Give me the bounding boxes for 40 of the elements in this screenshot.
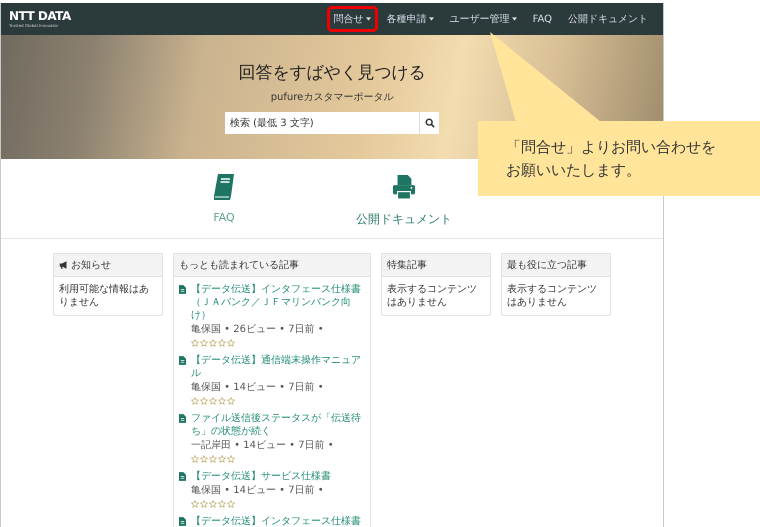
document-icon (179, 356, 186, 365)
card-title: もっとも読まれている記事 (179, 258, 299, 272)
empty-message: 表示するコンテンツはありません (507, 283, 598, 309)
article-meta: 亀保国 • 14ビュー • 7日前 • (191, 484, 324, 497)
search-button[interactable] (419, 112, 439, 134)
nav-menu-item[interactable]: ユーザー管理 (442, 6, 524, 32)
article-link[interactable]: 【データ伝送】通信端末操作マニュアル (191, 354, 365, 380)
card-title: 最も役に立つ記事 (507, 258, 587, 272)
shortcut-link[interactable]: 公開ドキュメント (356, 173, 452, 228)
shortcut-link[interactable]: FAQ (212, 173, 236, 228)
empty-message: 表示するコンテンツはありません (387, 283, 478, 309)
nav-menu-item[interactable]: 問合せ (326, 6, 378, 32)
search-field[interactable]: 検索 (最低 3 文字) (225, 112, 419, 134)
article-meta: 亀保国 • 26ビュー • 7日前 • (191, 323, 324, 336)
article-link[interactable]: 【データ伝送】インタフェース仕様書 (191, 515, 361, 527)
nav-menu-item[interactable]: 各種申請 (380, 6, 441, 32)
callout-text: 「問合せ」よりお問い合わせを お願いいたします。 (506, 136, 716, 180)
megaphone-icon (59, 261, 68, 269)
article-meta: 亀保国 • 14ビュー • 7日前 • (191, 381, 324, 394)
printer-icon (392, 173, 416, 201)
hero-subtitle: pufureカスタマーポータル (270, 91, 394, 104)
card-title: お知らせ (71, 259, 111, 272)
empty-message: 利用可能な情報はありません (59, 283, 150, 309)
article-meta: 一記岸田 • 14ビュー • 7日前 • (191, 439, 334, 452)
document-icon (179, 285, 186, 294)
card-title: 特集記事 (387, 258, 427, 272)
article-link[interactable]: 【データ伝送】サービス仕様書 (191, 470, 365, 483)
nav-menu-item[interactable]: 公開ドキュメント (561, 6, 655, 32)
logo-text[interactable]: NTT DATA (9, 10, 71, 23)
nav-menu-item[interactable]: FAQ (526, 8, 559, 30)
caret-icon (512, 17, 517, 21)
caret-icon (366, 17, 371, 21)
book-icon (212, 173, 236, 201)
hero-title: 回答をすばやく見つける (238, 62, 426, 84)
article-link[interactable]: ファイル送信後ステータスが「伝送待ち」の状態が続く (191, 412, 365, 438)
document-icon (179, 414, 186, 423)
search-icon (424, 118, 434, 128)
caret-icon (428, 17, 434, 21)
document-icon (179, 472, 186, 481)
article-link[interactable]: 【データ伝送】インタフェース仕様書（ＪＡバンク／ＪＦマリンバンク向け） (191, 283, 365, 322)
